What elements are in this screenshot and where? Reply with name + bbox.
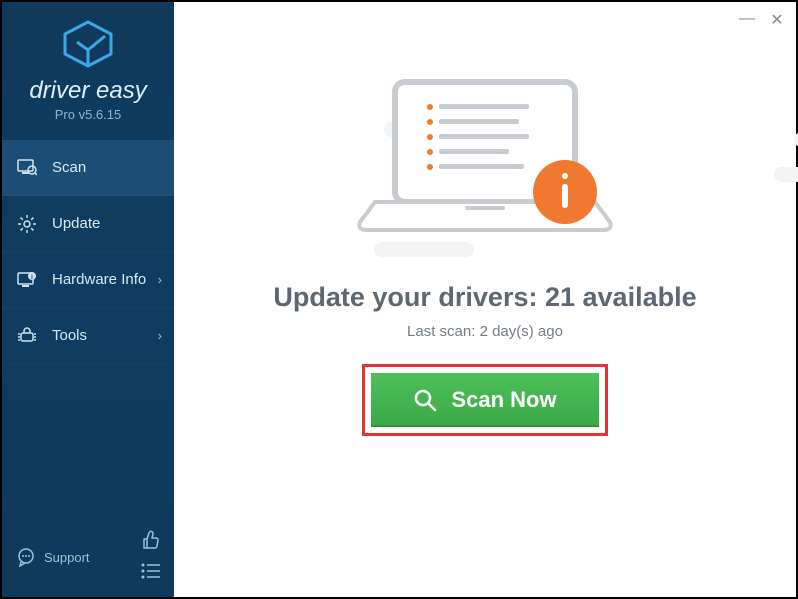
list-icon[interactable] <box>140 561 164 585</box>
window-controls: — ✕ <box>738 10 786 30</box>
scan-icon <box>16 157 38 179</box>
available-count: 21 <box>545 282 575 312</box>
magnifier-icon <box>413 388 437 412</box>
app-logo-icon <box>61 20 115 68</box>
tools-icon <box>16 325 38 347</box>
nav: Scan Update i Hardware Info › Tools <box>2 140 174 364</box>
brand-subtitle: Pro v5.6.15 <box>14 107 162 122</box>
hardware-info-icon: i <box>16 269 38 291</box>
lastscan-value: 2 day(s) ago <box>480 323 563 340</box>
brand-name: driver easy <box>14 77 162 105</box>
headline-suffix: available <box>575 282 697 312</box>
chevron-right-icon: › <box>158 328 162 343</box>
headline-prefix: Update your drivers: <box>273 282 545 312</box>
support-link[interactable]: Support <box>16 547 90 567</box>
laptop-illustration <box>335 72 635 252</box>
sidebar: driver easy Pro v5.6.15 Scan Update i <box>2 2 174 597</box>
gear-icon <box>16 213 38 235</box>
headline: Update your drivers: 21 available <box>273 282 696 313</box>
brand-block: driver easy Pro v5.6.15 <box>2 2 174 132</box>
sidebar-item-label: Update <box>52 215 100 232</box>
sidebar-item-tools[interactable]: Tools › <box>2 308 174 364</box>
support-label: Support <box>44 550 90 565</box>
lastscan-prefix: Last scan: <box>407 323 480 340</box>
sidebar-bottom: Support <box>2 529 174 585</box>
scan-now-button[interactable]: Scan Now <box>371 373 598 427</box>
close-button[interactable]: ✕ <box>768 10 786 30</box>
minimize-button[interactable]: — <box>738 10 756 30</box>
scan-button-highlight: Scan Now <box>362 364 607 436</box>
app-window: driver easy Pro v5.6.15 Scan Update i <box>0 0 798 599</box>
main-panel: — ✕ <box>174 2 796 597</box>
last-scan-line: Last scan: 2 day(s) ago <box>407 323 563 340</box>
thumbs-up-icon[interactable] <box>140 529 164 553</box>
scan-button-label: Scan Now <box>451 387 556 413</box>
sidebar-item-update[interactable]: Update <box>2 196 174 252</box>
sidebar-item-scan[interactable]: Scan <box>2 140 174 196</box>
sidebar-item-label: Tools <box>52 327 87 344</box>
sidebar-item-label: Scan <box>52 159 86 176</box>
sidebar-item-label: Hardware Info <box>52 271 146 288</box>
chat-icon <box>16 547 36 567</box>
sidebar-footer-icons <box>140 529 164 585</box>
sidebar-item-hardware-info[interactable]: i Hardware Info › <box>2 252 174 308</box>
content: Update your drivers: 21 available Last s… <box>174 2 796 597</box>
chevron-right-icon: › <box>158 272 162 287</box>
